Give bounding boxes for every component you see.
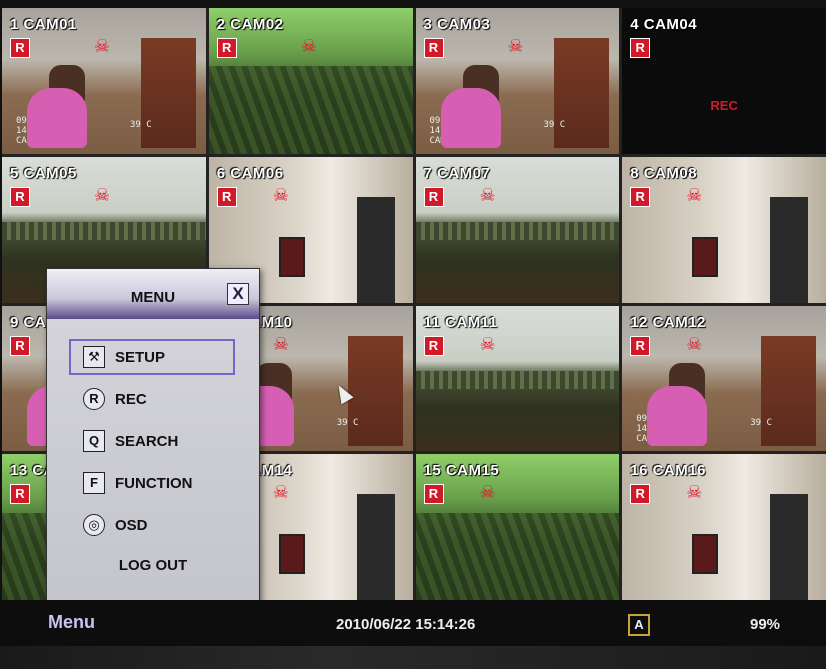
record-indicator: R — [630, 335, 651, 356]
record-indicator: R — [10, 38, 30, 58]
menu-item-label: SEARCH — [115, 432, 179, 450]
motion-icon: ☠ — [300, 36, 317, 56]
record-indicator: R — [216, 38, 237, 58]
camera-osd: 09/08/200914:09:30CAM 1 — [636, 413, 691, 444]
camera-title: 8 CAM08 — [630, 164, 698, 182]
record-indicator: R — [630, 38, 651, 58]
camera-osd: 09/08/200914:09:30CAM 1 — [429, 116, 484, 146]
menu-item-label: REC — [115, 390, 147, 408]
camera-tile-1[interactable]: 1 CAM01 R ☠ 09/08/2009 14:09:30 CAM 1 39 C — [2, 8, 206, 154]
camera-temperature: 39 C — [543, 120, 566, 130]
bottom-strip — [0, 646, 826, 669]
status-datetime: 2010/06/22 15:14:26 — [336, 616, 476, 633]
rec-status-text: REC — [710, 98, 738, 113]
camera-title: 4 CAM04 — [630, 16, 698, 33]
camera-title: 15 CAM15 — [423, 462, 500, 480]
motion-icon: ☠ — [94, 184, 111, 205]
camera-title: 3 CAM03 — [423, 16, 491, 33]
camera-osd: 09/08/200914:09:30CAM 1 — [16, 116, 71, 146]
status-disk-percent: 99% — [750, 616, 781, 633]
main-menu-dialog: MENU X ⚒ SETUP R REC Q SEARCH F FUNCTION… — [46, 268, 260, 606]
motion-icon: ☠ — [686, 482, 703, 503]
status-mode-badge: A — [628, 614, 650, 636]
record-indicator: R — [630, 186, 651, 207]
camera-title: 6 CAM06 — [216, 164, 284, 182]
record-indicator: R — [10, 484, 30, 505]
camera-title: 11 CAM11 — [423, 313, 498, 331]
camera-tile-11[interactable]: 11 CAM11 R ☠ — [415, 305, 620, 452]
menu-item-function[interactable]: F FUNCTION — [71, 467, 233, 499]
camera-tile-7[interactable]: 7 CAM07 R ☠ — [415, 156, 620, 303]
close-icon[interactable]: X — [227, 283, 249, 305]
menu-item-search[interactable]: Q SEARCH — [71, 425, 233, 457]
motion-icon: ☠ — [272, 333, 289, 354]
menu-item-label: SETUP — [115, 348, 166, 366]
osd-icon: ◎ — [83, 514, 105, 536]
camera-temperature: 39 C — [750, 417, 772, 428]
camera-tile-4[interactable]: 4 CAM04 R REC — [622, 8, 826, 154]
search-icon: Q — [83, 430, 105, 452]
record-indicator: R — [423, 186, 444, 207]
camera-title: 12 CAM12 — [630, 313, 706, 331]
motion-icon: ☠ — [479, 482, 496, 503]
record-indicator: R — [423, 38, 444, 58]
record-indicator: R — [10, 186, 30, 207]
record-indicator: R — [10, 335, 30, 356]
status-menu-label[interactable]: Menu — [48, 612, 95, 633]
camera-temperature: 39 C — [130, 120, 152, 130]
menu-item-label: OSD — [115, 516, 148, 534]
menu-item-setup[interactable]: ⚒ SETUP — [69, 339, 235, 375]
camera-tile-8[interactable]: 8 CAM08 R ☠ — [622, 156, 826, 303]
record-indicator: R — [216, 186, 237, 207]
camera-title: 2 CAM02 — [216, 16, 284, 33]
camera-tile-2[interactable]: 2 CAM02 R ☠ — [208, 8, 413, 154]
motion-icon: ☠ — [479, 333, 496, 354]
camera-title: 5 CAM05 — [10, 164, 77, 182]
status-bar: Menu 2010/06/22 15:14:26 A 99% — [0, 600, 826, 646]
motion-icon: ☠ — [272, 482, 289, 503]
menu-item-osd[interactable]: ◎ OSD — [71, 509, 233, 541]
camera-title: 16 CAM16 — [630, 462, 706, 480]
camera-title: 1 CAM01 — [10, 16, 77, 33]
motion-icon: ☠ — [507, 36, 524, 56]
menu-header: MENU X — [47, 269, 259, 319]
motion-icon: ☠ — [686, 184, 703, 205]
wrench-icon: ⚒ — [83, 346, 105, 368]
motion-icon: ☠ — [479, 184, 496, 205]
menu-item-rec[interactable]: R REC — [71, 383, 233, 415]
motion-icon: ☠ — [272, 184, 289, 205]
camera-temperature: 39 C — [336, 417, 359, 428]
camera-title: 7 CAM07 — [423, 164, 491, 182]
logout-button[interactable]: LOG OUT — [47, 557, 259, 574]
motion-icon: ☠ — [686, 333, 703, 354]
camera-tile-16[interactable]: 16 CAM16 R ☠ — [622, 454, 826, 600]
record-indicator: R — [630, 484, 651, 505]
function-icon: F — [83, 472, 105, 494]
motion-icon: ☠ — [94, 36, 111, 56]
camera-tile-3[interactable]: 3 CAM03 R ☠ 09/08/2009 14:09:30 CAM 1 39 C — [415, 8, 620, 154]
camera-tile-12[interactable]: 12 CAM12 R ☠ 09/08/2009 14:09:30 CAM 1 39 … — [622, 305, 826, 452]
record-icon: R — [83, 388, 105, 410]
record-indicator: R — [423, 484, 444, 505]
menu-item-label: FUNCTION — [115, 474, 193, 492]
record-indicator: R — [423, 335, 444, 356]
camera-tile-15[interactable]: 15 CAM15 R ☠ — [415, 454, 620, 600]
